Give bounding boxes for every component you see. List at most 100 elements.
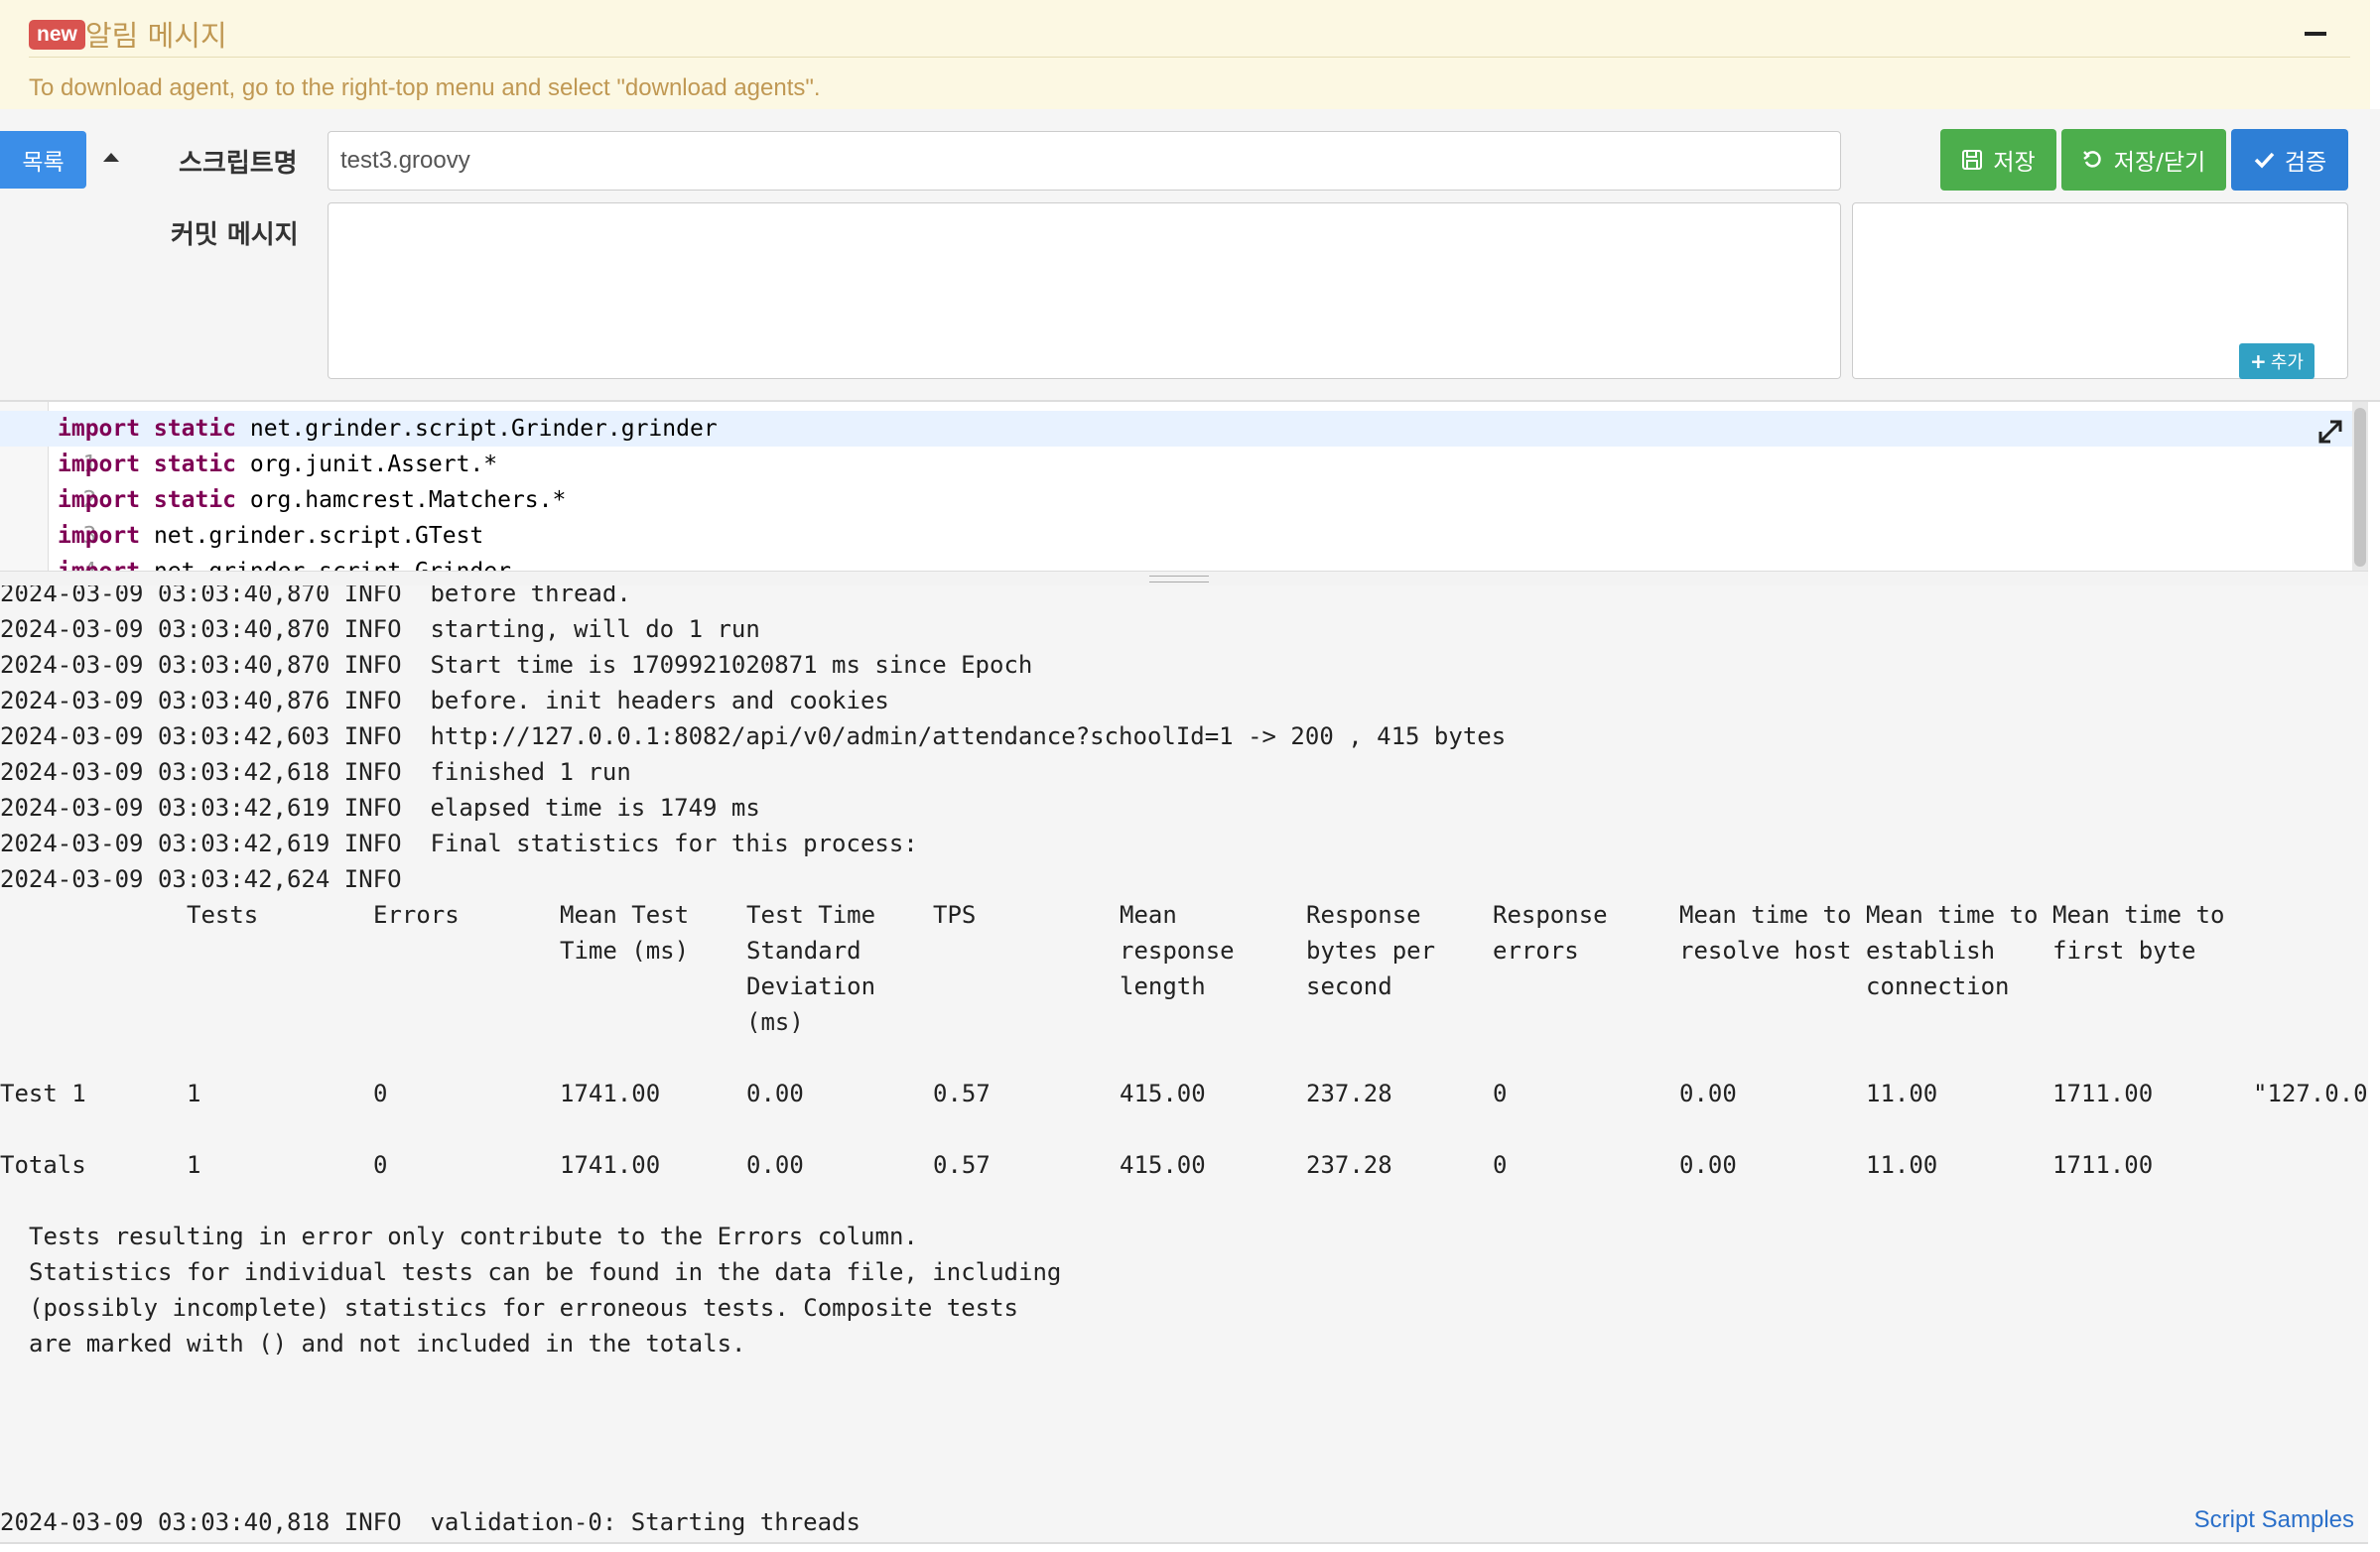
code-text: net.grinder.script.GTest <box>140 523 484 549</box>
log-line: 2024-03-09 03:03:40,870 INFO Start time … <box>0 651 1033 679</box>
log-line: 2024-03-09 03:03:40,818 INFO validation-… <box>0 1508 860 1536</box>
table-header-cell: Errors <box>373 901 460 929</box>
validation-log: 2024-03-09 03:03:40,870 INFO before thre… <box>0 585 2368 1544</box>
table-cell: 0 <box>373 1151 388 1179</box>
table-cell: 0.00 <box>746 1151 804 1179</box>
log-line: 2024-03-09 03:03:40,876 INFO before. ini… <box>0 687 889 714</box>
scrollbar-thumb[interactable] <box>2354 408 2366 567</box>
undo-icon <box>2082 151 2101 168</box>
code-keyword: import static <box>58 487 237 513</box>
table-cell: 0.00 <box>1679 1151 1737 1179</box>
alert-banner: new 알림 메시지 To download agent, go to the … <box>0 0 2370 111</box>
add-host-button[interactable]: + 추가 <box>2239 343 2314 379</box>
editor-scrollbar[interactable] <box>2352 402 2368 571</box>
commit-message-label: 커밋 메시지 <box>171 220 299 250</box>
commit-message-input[interactable] <box>328 202 1841 379</box>
code-text: net.grinder.script.Grinder.grinder <box>236 416 718 442</box>
list-button-label: 목록 <box>22 150 65 176</box>
table-header-cell: Mean Test Time (ms) <box>560 901 690 965</box>
validate-button-label: 검증 <box>2284 150 2327 176</box>
save-button[interactable]: 저장 <box>1940 129 2056 191</box>
editor-resize-handle[interactable] <box>0 571 2368 586</box>
table-header-cell: Mean time to establish connection <box>1866 901 2039 1000</box>
table-row-name: Totals <box>0 1151 86 1179</box>
table-cell: 237.28 <box>1306 1151 1392 1179</box>
table-row-name: Test 1 <box>0 1080 86 1107</box>
table-header-cell: Response bytes per second <box>1306 901 1436 1000</box>
table-header-cell: Mean time to resolve host <box>1679 901 1852 965</box>
table-header-cell: TPS <box>933 901 977 929</box>
table-cell: 415.00 <box>1120 1080 1206 1107</box>
code-line[interactable]: 2 import static org.junit.Assert.* <box>0 447 2352 513</box>
code-keyword: import static <box>58 452 237 477</box>
script-samples-link[interactable]: Script Samples <box>2194 1506 2354 1534</box>
code-text: org.junit.Assert.* <box>236 452 498 477</box>
alert-message: To download agent, go to the right-top m… <box>29 74 821 101</box>
log-line: 2024-03-09 03:03:42,624 INFO <box>0 865 402 893</box>
table-cell: 415.00 <box>1120 1151 1206 1179</box>
log-line: 2024-03-09 03:03:42,603 INFO http://127.… <box>0 722 1507 750</box>
log-note-line: (possibly incomplete) statistics for err… <box>29 1294 1018 1322</box>
table-cell: 0 <box>373 1080 388 1107</box>
table-header-cell: Test Time Standard Deviation (ms) <box>746 901 876 1036</box>
table-cell: 1 <box>187 1151 201 1179</box>
caret-up-icon[interactable] <box>103 153 119 162</box>
table-header-cell: Mean response length <box>1120 901 1235 1000</box>
validate-button[interactable]: 검증 <box>2231 129 2348 191</box>
log-line: 2024-03-09 03:03:42,619 INFO Final stati… <box>0 830 918 857</box>
collapse-icon[interactable] <box>2305 32 2326 36</box>
table-cell: 1711.00 <box>2052 1151 2154 1179</box>
script-name-input[interactable]: test3.groovy <box>328 131 1841 191</box>
log-note-line: are marked with () and not included in t… <box>29 1330 746 1358</box>
table-header-cell: Mean time to first byte <box>2052 901 2225 965</box>
table-cell: 237.28 <box>1306 1080 1392 1107</box>
table-cell: 0 <box>1493 1080 1508 1107</box>
table-cell: 0.00 <box>746 1080 804 1107</box>
plus-icon: + <box>2250 349 2267 373</box>
log-note-line: Statistics for individual tests can be f… <box>29 1258 1062 1286</box>
add-host-button-label: 추가 <box>2270 352 2304 373</box>
table-cell: 1 <box>187 1080 201 1107</box>
grip-icon <box>1149 576 1209 582</box>
table-cell: 0.57 <box>933 1080 991 1107</box>
script-form: 목록 스크립트명 test3.groovy 커밋 메시지 저장 저장/닫기 검증… <box>0 109 2380 402</box>
expand-icon[interactable] <box>2316 418 2344 446</box>
code-text: org.hamcrest.Matchers.* <box>236 487 567 513</box>
code-keyword: import <box>58 523 141 549</box>
table-cell: 11.00 <box>1866 1080 1938 1107</box>
table-cell: 1741.00 <box>560 1151 661 1179</box>
save-close-button[interactable]: 저장/닫기 <box>2061 129 2226 191</box>
code-text: net.grinder.script.Grinder <box>140 559 511 571</box>
table-header-cell: Response errors <box>1493 901 1608 965</box>
log-note-line: Tests resulting in error only contribute… <box>29 1223 918 1250</box>
table-cell: 11.00 <box>1866 1151 1938 1179</box>
new-badge: new <box>29 20 85 50</box>
save-button-label: 저장 <box>1993 150 2036 176</box>
table-cell: 0.57 <box>933 1151 991 1179</box>
log-line: 2024-03-09 03:03:40,870 INFO starting, w… <box>0 615 760 643</box>
script-name-label: 스크립트명 <box>179 149 298 179</box>
code-line[interactable]: 5 import net.grinder.script.Grinder <box>0 554 2352 571</box>
check-icon <box>2254 152 2275 169</box>
log-line: 2024-03-09 03:03:42,618 INFO finished 1 … <box>0 758 631 786</box>
code-line[interactable]: 3 import static org.hamcrest.Matchers.* <box>0 482 2352 549</box>
code-editor[interactable]: 1 import static net.grinder.script.Grind… <box>0 402 2368 571</box>
table-cell: 1741.00 <box>560 1080 661 1107</box>
table-cell: 0.00 <box>1679 1080 1737 1107</box>
code-keyword: import <box>58 559 140 571</box>
log-line: 2024-03-09 03:03:40,870 INFO before thre… <box>0 585 631 607</box>
log-line: 2024-03-09 03:03:42,624 INFO validation-… <box>0 1540 745 1542</box>
alert-title: 알림 메시지 <box>85 19 227 53</box>
code-keyword: import static <box>58 416 237 442</box>
table-cell: 0 <box>1493 1151 1508 1179</box>
list-button[interactable]: 목록 <box>0 131 86 189</box>
table-cell: 1711.00 <box>2052 1080 2154 1107</box>
log-line: 2024-03-09 03:03:42,619 INFO elapsed tim… <box>0 794 760 822</box>
table-header-cell: Tests <box>187 901 259 929</box>
save-close-button-label: 저장/닫기 <box>2113 150 2206 176</box>
floppy-disk-icon <box>1962 150 1983 170</box>
code-line[interactable]: 4 import net.grinder.script.GTest <box>0 518 2352 571</box>
alert-divider <box>29 57 2350 58</box>
code-line[interactable]: 1 import static net.grinder.script.Grind… <box>0 411 2352 477</box>
table-cell-overflow: "127.0.0 <box>2253 1080 2368 1107</box>
